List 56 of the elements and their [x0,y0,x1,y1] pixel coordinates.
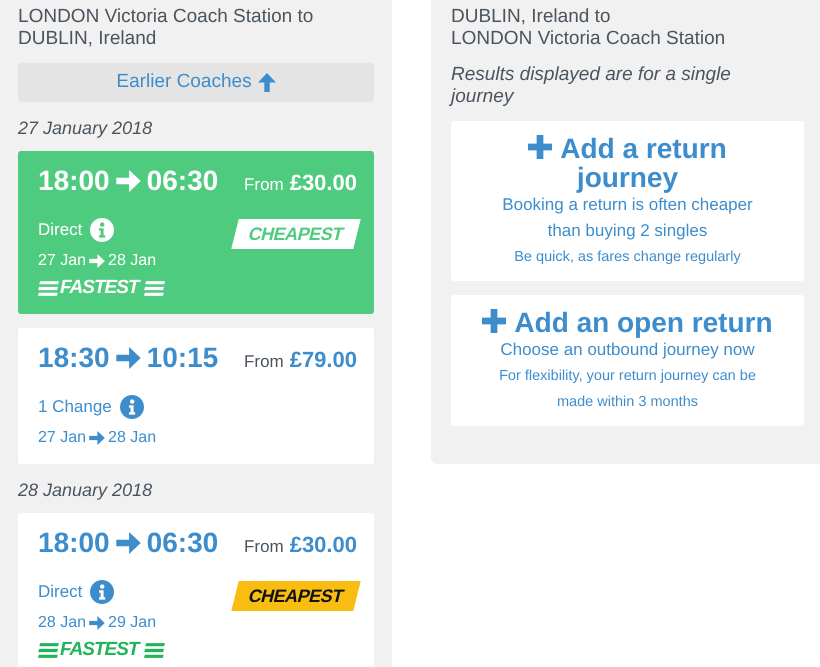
arrow-right-icon [116,170,141,192]
arrival-date: 28 Jan [108,251,156,271]
cheapest-badge: CHEAPEST [231,581,361,611]
option-description: Booking a return is often cheaper than buying 2 singles [501,194,754,242]
journey-card[interactable]: 18:00 06:30 From £30.00 Direct 28 Jan 29 Jan FASTEST CHEAPEST [18,513,374,667]
departure-date: 27 Jan [38,251,86,271]
journey-card[interactable]: 18:00 06:30 From £30.00 Direct 27 Jan 28 Jan FASTEST CHEAPEST [18,151,374,314]
stripes-icon [38,280,59,296]
from-label: From [244,536,284,558]
from-label: From [244,174,284,196]
plus-icon [528,135,552,159]
changes-label: Direct [38,581,82,603]
arrow-right-icon [89,616,106,630]
arrival-date: 28 Jan [108,428,156,448]
fastest-label: FASTEST [60,640,142,660]
option-hint: Be quick, as fares change regularly [514,248,741,267]
departure-date: 28 Jan [38,613,86,633]
arrival-date: 29 Jan [108,613,156,633]
price: £30.00 [290,531,357,559]
price: £30.00 [290,169,357,197]
departure-date: 27 Jan [38,428,86,448]
arrow-right-icon [89,254,106,268]
add-return-link[interactable]: Add a return journey [478,134,778,192]
plus-icon [482,309,506,333]
arrival-time: 06:30 [146,526,218,560]
option-hint: For flexibility, your return journey can be made within 3 months [498,367,757,412]
arrow-right-icon [116,347,141,369]
date-heading: 27 January 2018 [18,117,154,139]
arrival-time: 10:15 [146,341,218,375]
info-icon[interactable] [90,580,114,604]
date-heading: 28 January 2018 [18,479,154,501]
departure-time: 18:00 [38,526,110,560]
changes-label: Direct [38,219,82,241]
single-journey-note: Results displayed are for a single journey [451,64,732,108]
fastest-label: FASTEST [60,278,142,298]
changes-label: 1 Change [38,396,112,418]
cheapest-badge: CHEAPEST [231,219,361,249]
stripes-icon [144,642,165,658]
stripes-icon [38,642,59,658]
stripes-icon [144,280,165,296]
arrival-time: 06:30 [146,164,218,198]
arrow-right-icon [116,532,141,554]
earlier-coaches-button[interactable]: Earlier Coaches [18,63,374,102]
option-description: Choose an outbound journey now [500,339,755,361]
journey-card[interactable]: 18:30 10:15 From £79.00 1 Change 27 Jan 28 Jan [18,328,374,464]
info-icon[interactable] [90,218,114,242]
price: £79.00 [290,346,357,374]
add-return-link[interactable]: Add an open return [482,308,773,337]
departure-time: 18:00 [38,164,110,198]
arrow-right-icon [89,431,106,445]
departure-time: 18:30 [38,341,110,375]
info-icon[interactable] [120,395,144,419]
route-title: DUBLIN, Ireland to LONDON Victoria Coach Station [451,6,726,50]
from-label: From [244,351,284,373]
route-title: LONDON Victoria Coach Station to DUBLIN, Ireland [18,6,314,50]
arrow-up-icon [258,73,276,92]
